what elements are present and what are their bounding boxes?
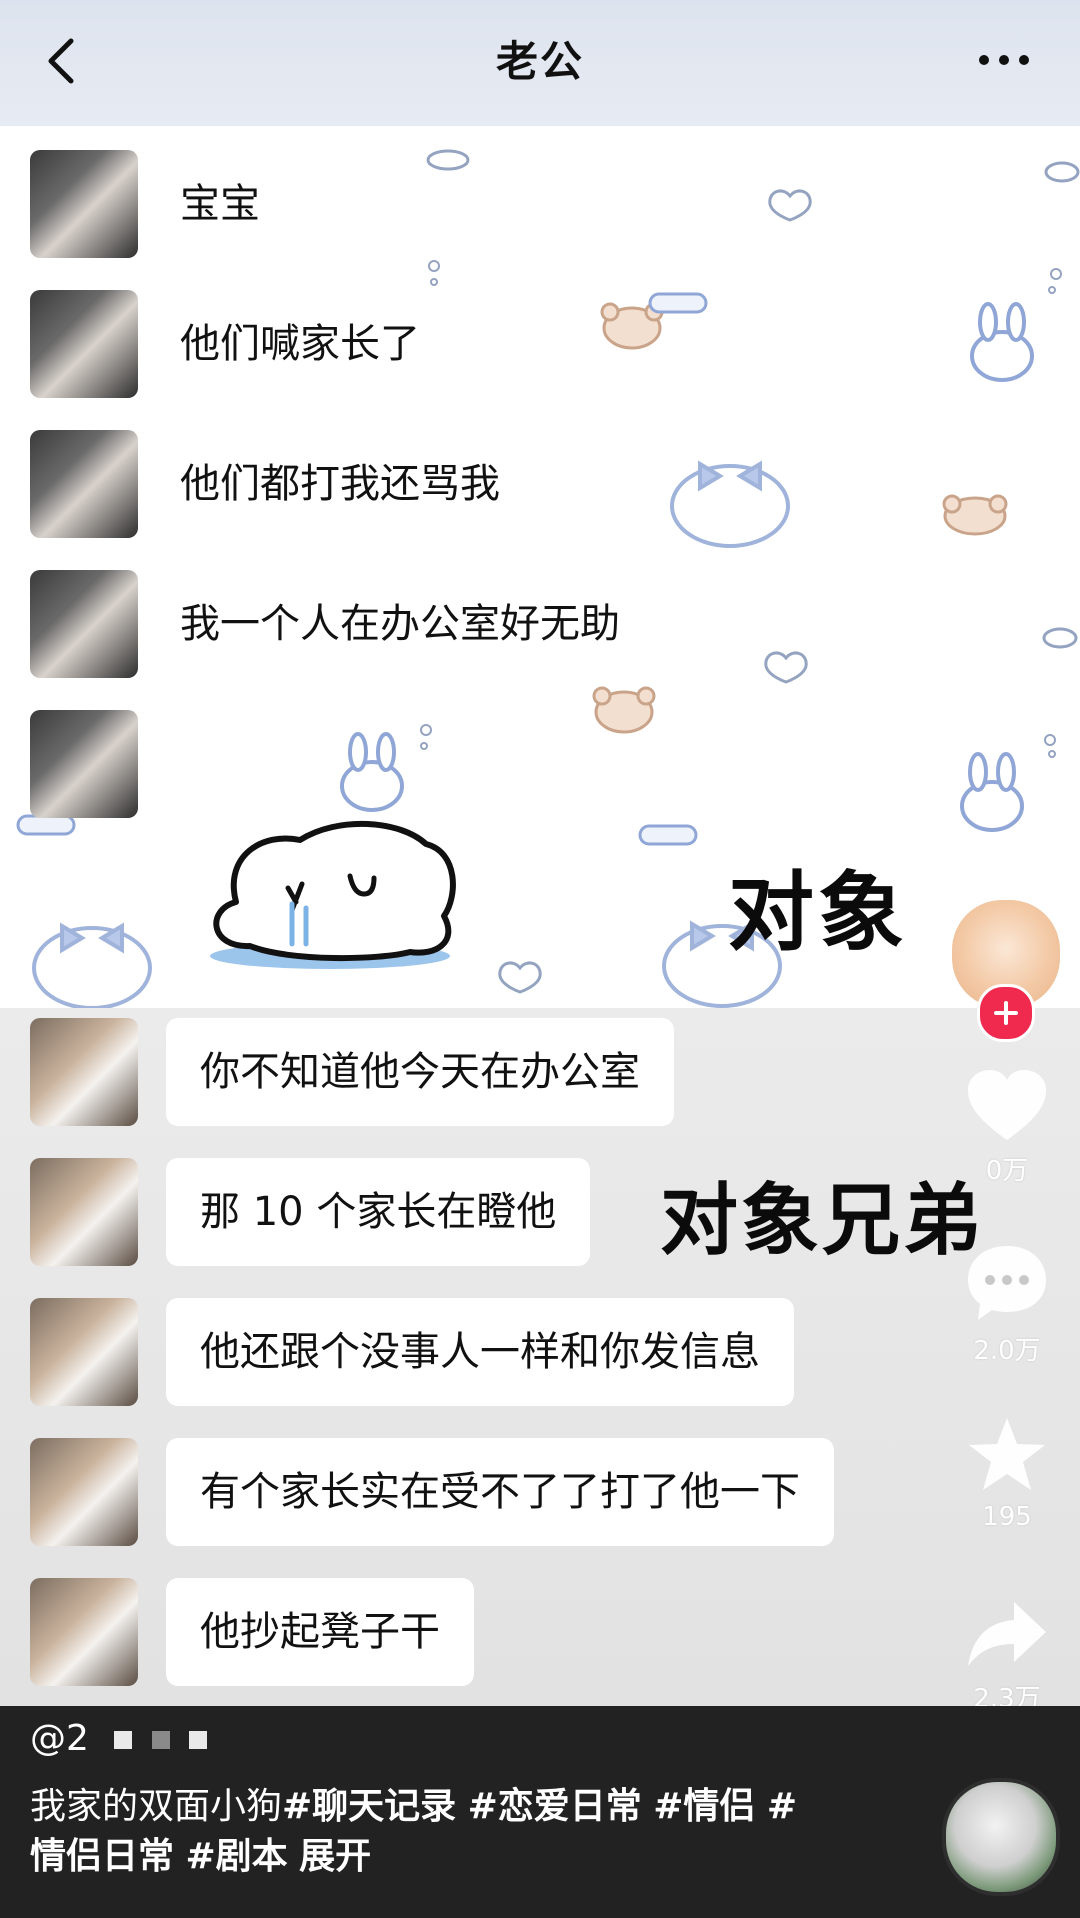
comment-button[interactable]: 2.0万 — [966, 1244, 1048, 1367]
chat-screenshot-bottom: 你不知道他今天在办公室 那 10 个家长在瞪他 他还跟个没事人一样和你发信息 有… — [0, 1008, 1080, 1706]
crying-puppy-sticker-icon — [210, 821, 456, 969]
hashtag[interactable]: #情侣 — [653, 1786, 755, 1827]
follow-plus-icon[interactable] — [977, 984, 1035, 1042]
message-bubble: 他还跟个没事人一样和你发信息 — [166, 1298, 794, 1406]
message-text: 宝宝 — [180, 181, 260, 227]
bunny-icon — [960, 752, 1024, 832]
avatar[interactable] — [30, 150, 138, 258]
message-row: 你不知道他今天在办公室 — [30, 1018, 674, 1126]
message-row: 他们都打我还骂我 — [30, 430, 500, 538]
chat-wallpaper — [16, 149, 1080, 1008]
message-text: 他们喊家长了 — [180, 321, 420, 367]
redacted-block — [114, 1731, 133, 1749]
message-bubble: 那 10 个家长在瞪他 — [166, 1158, 591, 1266]
chat-header: 老公 — [0, 0, 1080, 126]
heart-icon — [968, 1070, 1046, 1140]
share-button[interactable]: 2.3万 — [966, 1600, 1048, 1715]
chat-screenshot-top: 老公 宝宝 他们喊家长了 他们都打我还骂我 我一个人在办公室好无助 对象 — [0, 0, 1080, 1008]
message-row: 他们喊家长了 — [30, 290, 420, 398]
like-button[interactable]: 0万 — [966, 1068, 1048, 1187]
avatar[interactable] — [30, 290, 138, 398]
message-row: 他还跟个没事人一样和你发信息 — [30, 1298, 794, 1406]
avatar[interactable] — [30, 1578, 138, 1686]
avatar[interactable] — [30, 1438, 138, 1546]
message-row: 有个家长实在受不了了打了他一下 — [30, 1438, 834, 1546]
redacted-block — [151, 1731, 170, 1749]
comment-icon — [968, 1246, 1046, 1320]
creator-avatar-button[interactable] — [948, 896, 1064, 1042]
message-bubble: 他抄起凳子干 — [166, 1578, 474, 1686]
overlay-label-partner-brother: 对象兄弟 — [660, 1176, 985, 1266]
expand-caption-button[interactable]: 展开 — [299, 1836, 371, 1877]
avatar[interactable] — [30, 570, 138, 678]
hashtag[interactable]: #剧本 — [185, 1836, 287, 1877]
video-caption: 我家的双面小狗#聊天记录 #恋爱日常 #情侣 #情侣日常 #剧本 展开 — [30, 1782, 830, 1882]
bunny-icon — [340, 732, 404, 812]
plus-icon — [994, 1001, 1018, 1025]
comment-count: 2.0万 — [973, 1336, 1041, 1366]
message-bubble: 有个家长实在受不了了打了他一下 — [166, 1438, 834, 1546]
avatar[interactable] — [30, 430, 138, 538]
message-row: 我一个人在办公室好无助 — [30, 570, 620, 678]
music-disc-icon[interactable] — [942, 1778, 1060, 1896]
redacted-block — [189, 1731, 208, 1749]
chat-title: 老公 — [495, 37, 584, 86]
hashtag[interactable]: #恋爱日常 — [468, 1786, 642, 1827]
more-dots-icon — [979, 55, 1029, 65]
message-row: 宝宝 — [30, 150, 260, 258]
message-row: 他抄起凳子干 — [30, 1578, 474, 1686]
avatar[interactable] — [30, 1298, 138, 1406]
message-row: 那 10 个家长在瞪他 — [30, 1158, 591, 1266]
author-handle[interactable]: @2 — [30, 1718, 208, 1759]
message-text: 他们都打我还骂我 — [180, 461, 500, 507]
avatar[interactable] — [30, 1158, 138, 1266]
avatar[interactable] — [30, 1018, 138, 1126]
message-row — [30, 710, 180, 818]
message-bubble: 你不知道他今天在办公室 — [166, 1018, 674, 1126]
message-text: 我一个人在办公室好无助 — [180, 601, 620, 647]
like-count: 0万 — [985, 1156, 1029, 1186]
bear-icon — [592, 686, 656, 734]
more-button[interactable] — [972, 40, 1036, 80]
puppy-bow-icon — [32, 922, 152, 1008]
overlay-label-partner: 对象 — [728, 863, 908, 963]
favorite-button[interactable]: 195 — [966, 1416, 1048, 1532]
avatar[interactable] — [30, 710, 138, 818]
bunny-icon — [970, 302, 1034, 382]
hashtag[interactable]: #聊天记录 — [282, 1786, 456, 1827]
author-handle-text: @2 — [30, 1718, 89, 1759]
star-icon — [969, 1418, 1045, 1490]
puppy-bow-icon — [670, 460, 790, 548]
favorite-count: 195 — [982, 1502, 1032, 1532]
caption-text: 我家的双面小狗 — [30, 1786, 283, 1827]
bear-icon — [942, 494, 1008, 536]
share-arrow-icon — [968, 1602, 1046, 1666]
video-info-bar: @2 我家的双面小狗#聊天记录 #恋爱日常 #情侣 #情侣日常 #剧本 展开 — [0, 1706, 1080, 1918]
